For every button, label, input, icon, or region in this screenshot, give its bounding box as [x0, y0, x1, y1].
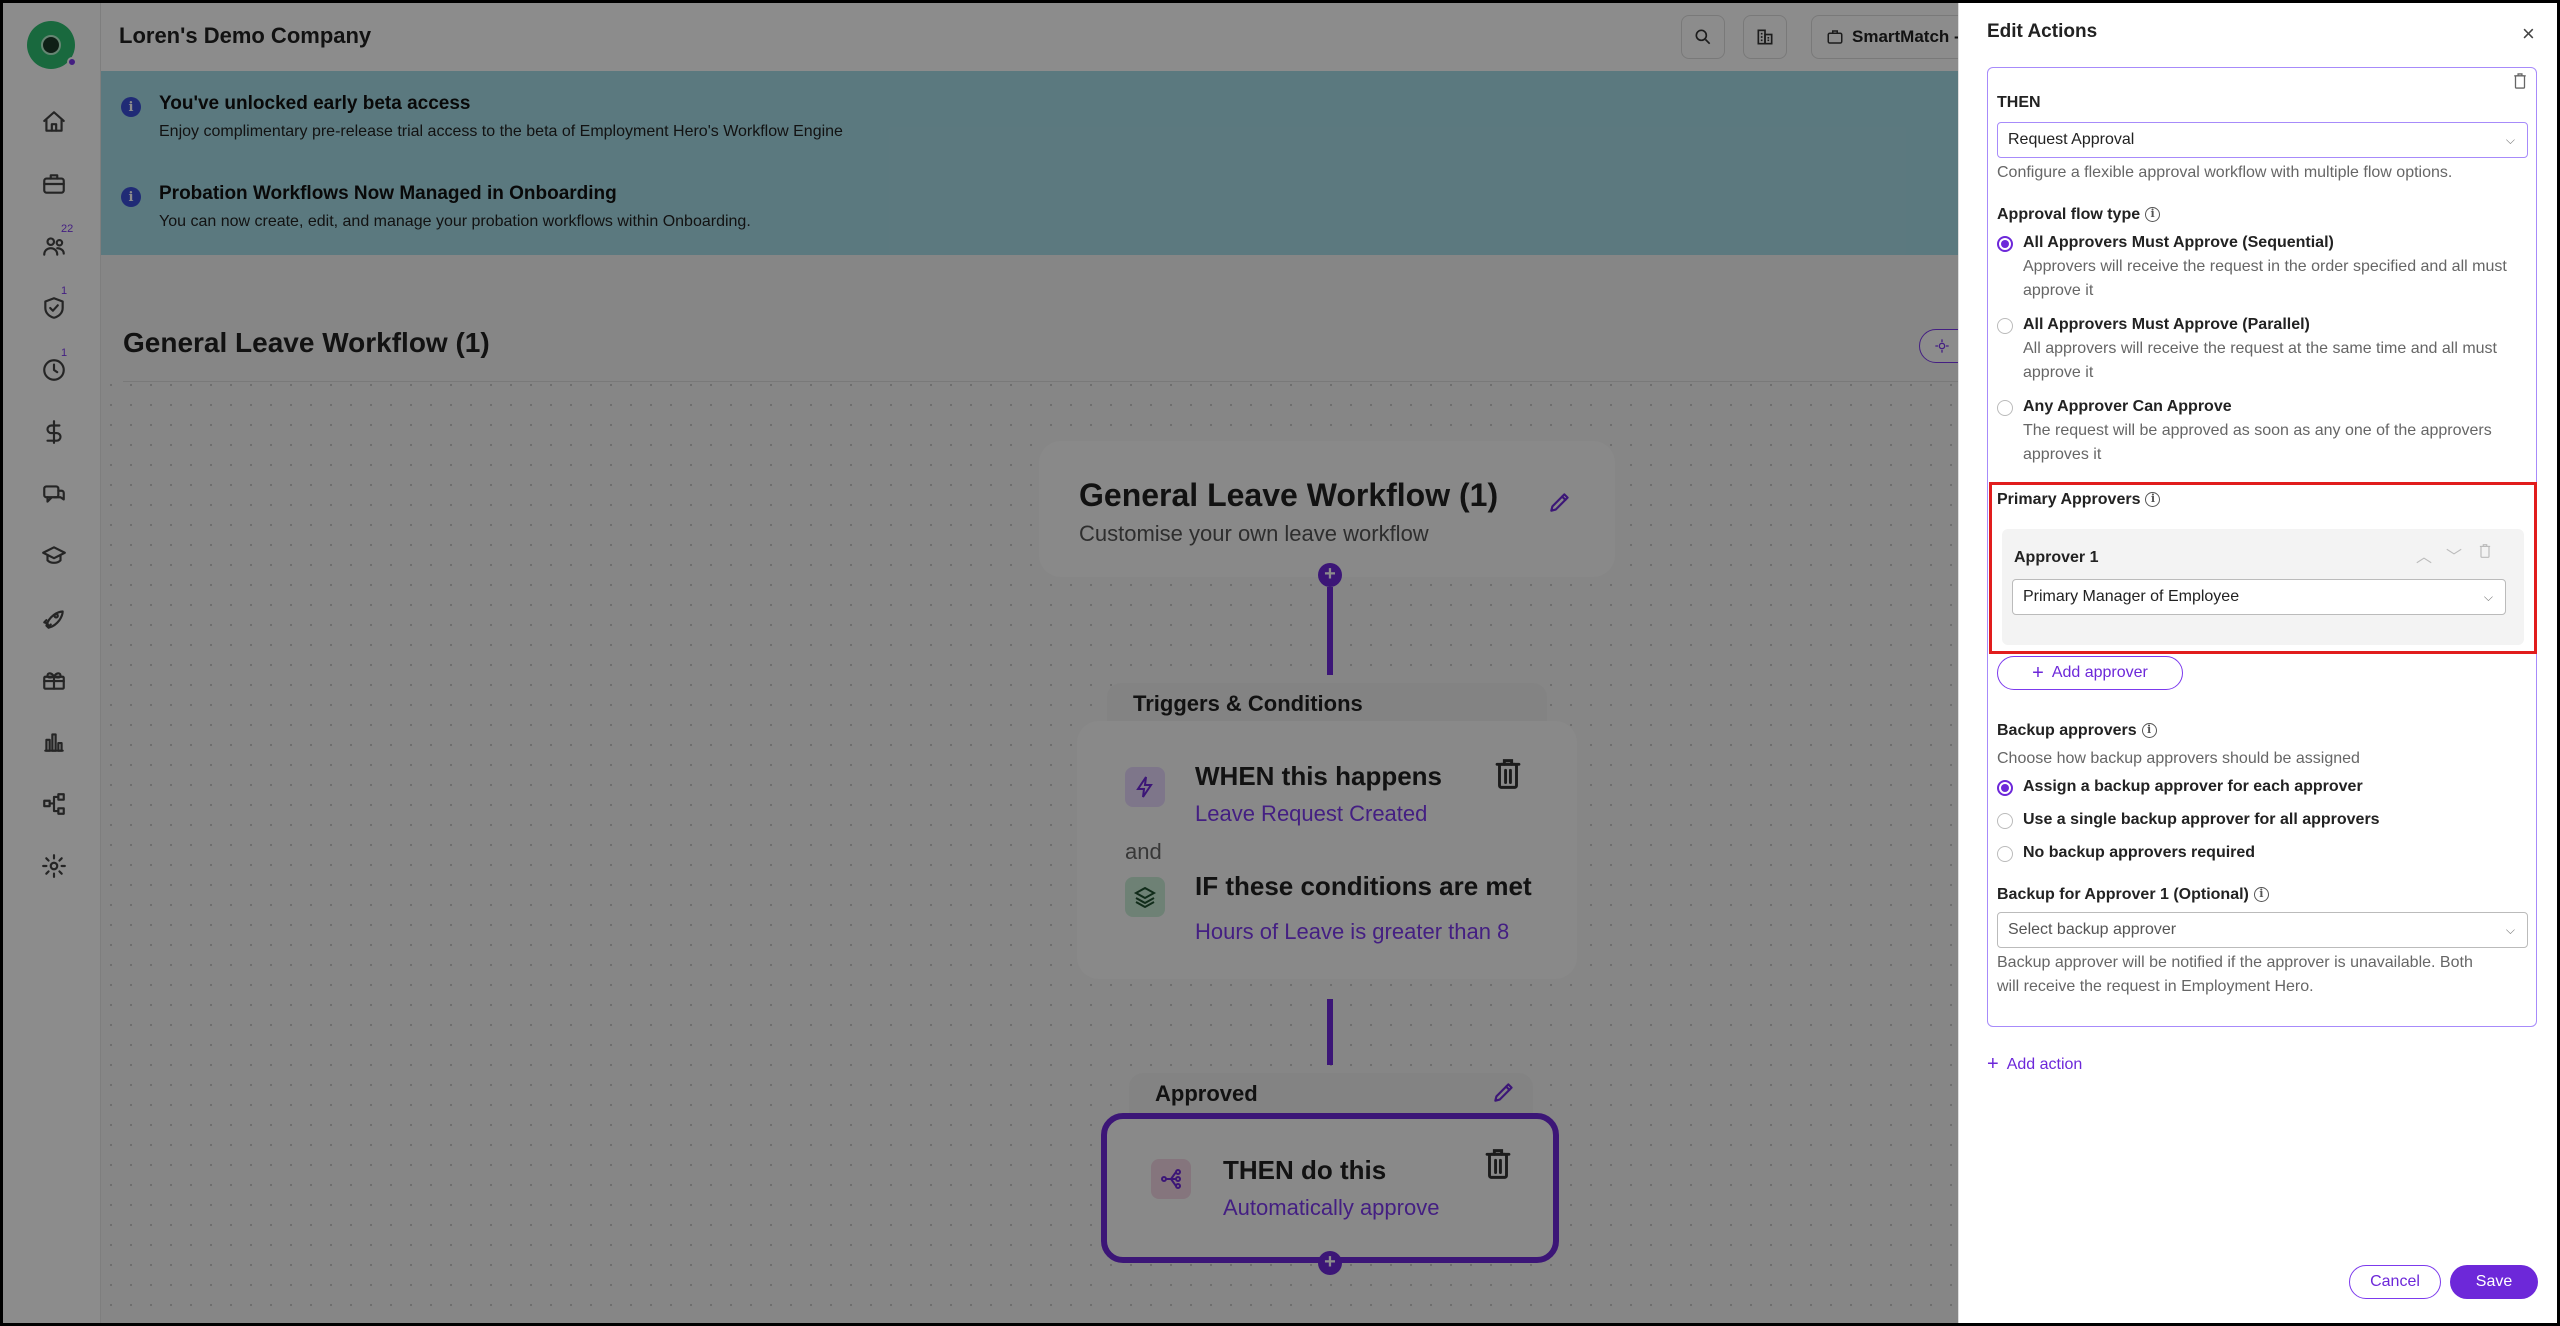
chevron-down-icon: ⌵ — [2505, 133, 2515, 147]
flow-type-label-text: Approval flow type — [1997, 206, 2141, 223]
remove-approver-button[interactable] — [2478, 543, 2492, 564]
then-label: THEN — [1997, 94, 2041, 111]
action-type-select[interactable]: Request Approval ⌵ — [1997, 122, 2528, 158]
approver-label: Approver 1 — [2014, 549, 2099, 566]
flow-option-desc: Approvers will receive the request in th… — [2023, 258, 2507, 275]
edit-actions-panel: Edit Actions × THEN Request Approval ⌵ C… — [1958, 3, 2557, 1323]
app-window: 22 1 1 Loren's Demo Company SmartMatch -… — [3, 3, 2557, 1323]
approver-card: Approver 1 ︿ ﹀ Primary Manager of Employ… — [2002, 529, 2524, 645]
backup-note: Backup approver will be notified if the … — [1997, 954, 2473, 971]
flow-option-title: All Approvers Must Approve (Parallel) — [2023, 316, 2310, 333]
flow-type-label: Approval flow type i — [1997, 206, 2161, 224]
backup-description: Choose how backup approvers should be as… — [1997, 750, 2360, 767]
action-description: Configure a flexible approval workflow w… — [1997, 164, 2453, 181]
info-icon[interactable]: i — [2145, 492, 2161, 508]
add-action-button[interactable]: + Add action — [1987, 1053, 2082, 1076]
flow-option-desc: All approvers will receive the request a… — [2023, 340, 2497, 357]
save-button[interactable]: Save — [2450, 1265, 2538, 1299]
plus-icon: + — [1987, 1053, 1999, 1075]
flow-option-title: All Approvers Must Approve (Sequential) — [2023, 234, 2334, 251]
action-editor: THEN Request Approval ⌵ Configure a flex… — [1987, 67, 2537, 1027]
plus-icon: + — [2032, 661, 2044, 684]
flow-option-desc: approve it — [2023, 282, 2094, 299]
flow-option-title: Any Approver Can Approve — [2023, 398, 2232, 415]
approver-value: Primary Manager of Employee — [2023, 588, 2240, 605]
backup-each-radio[interactable] — [1997, 780, 2013, 796]
backup-note: will receive the request in Employment H… — [1997, 978, 2314, 995]
add-approver-button[interactable]: + Add approver — [1997, 656, 2183, 690]
backup-option-label: Assign a backup approver for each approv… — [2023, 778, 2363, 795]
trash-icon — [2479, 544, 2491, 558]
backup-single-radio[interactable] — [1997, 813, 2013, 829]
delete-action-button[interactable] — [2512, 72, 2528, 95]
info-icon[interactable]: i — [2141, 723, 2157, 739]
backup-none-radio[interactable] — [1997, 846, 2013, 862]
backup-for-label-text: Backup for Approver 1 (Optional) — [1997, 886, 2249, 903]
panel-title: Edit Actions — [1987, 21, 2098, 42]
move-up-icon[interactable]: ︿ — [2416, 543, 2432, 567]
add-approver-label: Add approver — [2051, 664, 2148, 681]
primary-approvers-label-text: Primary Approvers — [1997, 491, 2141, 508]
flow-option-desc: approves it — [2023, 446, 2102, 463]
backup-approvers-label: Backup approvers i — [1997, 722, 2157, 740]
flow-any-radio[interactable] — [1997, 400, 2013, 416]
add-action-label: Add action — [2006, 1055, 2083, 1073]
backup-approvers-label-text: Backup approvers — [1997, 722, 2137, 739]
primary-approvers-section: Primary Approvers i Approver 1 ︿ ﹀ Primar… — [1989, 482, 2537, 654]
backup-option-label: No backup approvers required — [2023, 844, 2256, 861]
flow-parallel-radio[interactable] — [1997, 318, 2013, 334]
primary-approvers-label: Primary Approvers i — [1997, 491, 2161, 509]
backup-approver-placeholder: Select backup approver — [2008, 921, 2177, 938]
backup-for-label: Backup for Approver 1 (Optional) i — [1997, 886, 2269, 904]
cancel-button[interactable]: Cancel — [2349, 1265, 2441, 1299]
modal-overlay[interactable] — [3, 3, 1958, 1323]
chevron-down-icon: ⌵ — [2505, 923, 2515, 937]
close-icon[interactable]: × — [2522, 21, 2535, 47]
approver-select[interactable]: Primary Manager of Employee ⌵ — [2012, 579, 2506, 615]
move-down-icon[interactable]: ﹀ — [2446, 543, 2462, 567]
flow-sequential-radio[interactable] — [1997, 236, 2013, 252]
backup-approver-select[interactable]: Select backup approver ⌵ — [1997, 912, 2528, 948]
chevron-down-icon: ⌵ — [2483, 590, 2493, 604]
backup-option-label: Use a single backup approver for all app… — [2023, 811, 2380, 828]
info-icon[interactable]: i — [2145, 207, 2161, 223]
action-type-value: Request Approval — [2008, 131, 2135, 148]
flow-option-desc: approve it — [2023, 364, 2094, 381]
trash-icon — [2514, 73, 2526, 89]
info-icon[interactable]: i — [2253, 887, 2269, 903]
flow-option-desc: The request will be approved as soon as … — [2023, 422, 2492, 439]
